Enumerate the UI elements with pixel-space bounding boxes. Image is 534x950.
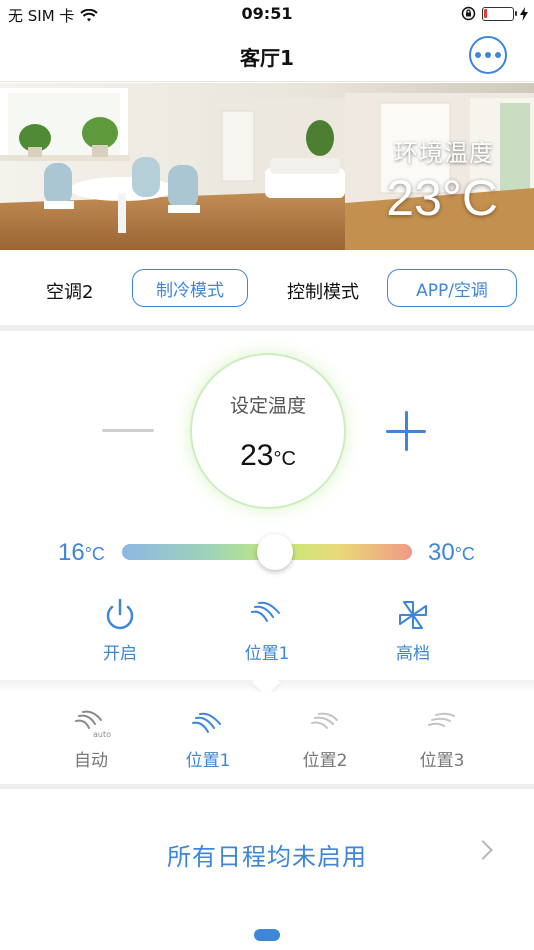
env-temp-value: 23°C [386,170,498,226]
temp-min-unit: °C [84,544,105,564]
set-temp-number: 23 [240,439,274,472]
temp-slider-thumb[interactable] [257,534,293,570]
swing-option-auto[interactable]: auto 自动 [41,708,141,771]
swing-2-label: 位置2 [302,751,348,771]
set-temp-dial: 设定温度 23°C [192,355,344,507]
swing-label: 位置1 [244,644,290,664]
swing-1-label: 位置1 [185,751,231,771]
nav-bar: 客厅1 [0,28,534,82]
control-mode-label: 控制模式 [287,282,359,303]
schedule-row[interactable]: 所有日程均未启用 [0,789,534,919]
status-bar: 无 SIM 卡 09:51 [0,0,534,28]
page-indicator [254,929,280,941]
swing-position-2-icon [311,712,338,729]
swing-position-icon [251,601,280,622]
orientation-lock-icon [461,6,476,21]
schedule-status-text: 所有日程均未启用 [167,843,367,871]
swing-positions-row: auto 自动 位置1 位置2 位置3 [0,692,534,784]
swing-auto-label: 自动 [74,751,108,771]
mode-button[interactable]: 制冷模式 [132,269,248,307]
set-temp-unit: °C [273,448,296,470]
env-temp-label: 环境温度 [394,139,494,167]
swing-auto-icon: auto [75,710,111,739]
mode-row: 空调2 制冷模式 控制模式 APP/空调 [0,250,534,326]
fan-speed-control[interactable]: 高档 [363,597,463,664]
temp-max-number: 30 [428,539,455,566]
set-temp-label: 设定温度 [229,395,306,417]
more-button[interactable] [469,36,507,74]
swing-option-1[interactable]: 位置1 [158,708,258,771]
fan-icon [399,601,427,629]
set-temp-value: 23°C [192,439,344,473]
temp-min-number: 16 [58,539,85,566]
power-icon [106,598,134,630]
more-dots-icon [475,52,481,58]
temp-range-max: 30°C [428,539,475,567]
temp-max-unit: °C [454,544,475,564]
charging-icon [520,6,528,21]
swing-option-3[interactable]: 位置3 [392,708,492,771]
swing-position-3-icon [428,712,455,727]
room-hero-image: 环境温度 23°C [0,83,534,250]
battery-level [484,8,487,18]
swing-control[interactable]: 位置1 [217,597,317,664]
status-time: 09:51 [241,4,293,23]
battery-icon [482,6,517,21]
increase-temp-button[interactable] [386,411,426,451]
temperature-panel: 设定温度 23°C 16°C 30°C 开启 位置1 高档 [0,331,534,681]
page-title: 客厅1 [240,46,294,70]
auto-sub-label: auto [93,730,111,739]
power-control[interactable]: 开启 [70,597,170,664]
status-right [461,6,528,21]
decrease-temp-button[interactable] [102,429,154,432]
power-label: 开启 [103,644,137,664]
swing-option-2[interactable]: 位置2 [275,708,375,771]
ac-name: 空调2 [46,282,94,303]
swing-position-1-icon [192,712,221,733]
control-mode-button[interactable]: APP/空调 [387,269,517,307]
temp-range-min: 16°C [58,539,105,567]
swing-3-label: 位置3 [419,751,465,771]
fan-speed-label: 高档 [396,644,430,664]
